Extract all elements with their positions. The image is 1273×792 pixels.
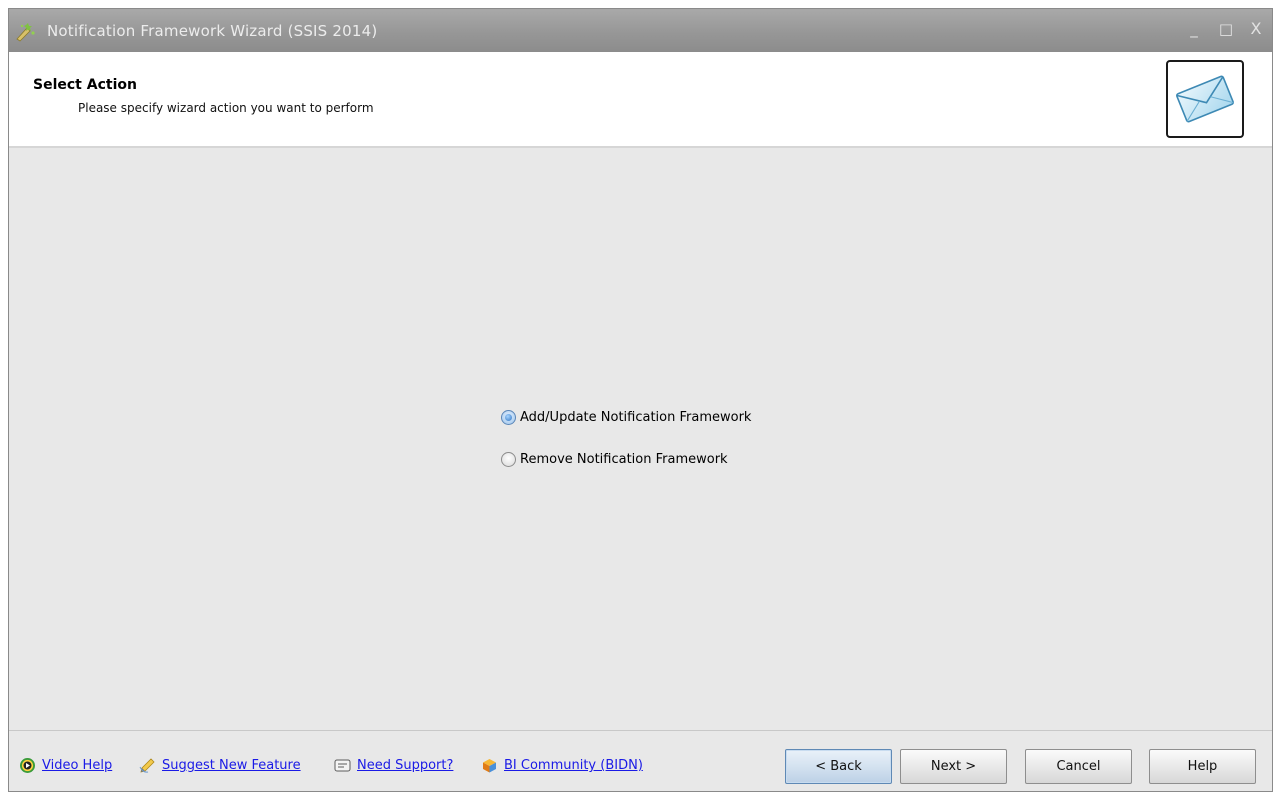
wizard-window: Notification Framework Wizard (SSIS 2014… bbox=[8, 8, 1273, 792]
community-icon bbox=[483, 759, 496, 773]
envelope-icon bbox=[1176, 75, 1234, 123]
video-play-icon bbox=[20, 758, 35, 773]
back-button[interactable]: < Back bbox=[785, 749, 892, 784]
radio-add-update[interactable] bbox=[501, 410, 516, 425]
close-button[interactable]: X bbox=[1247, 20, 1265, 38]
option-add-update-label[interactable]: Add/Update Notification Framework bbox=[520, 410, 751, 425]
option-remove-label[interactable]: Remove Notification Framework bbox=[520, 452, 728, 467]
option-remove[interactable]: Remove Notification Framework bbox=[501, 452, 728, 467]
suggest-feature-label[interactable]: Suggest New Feature bbox=[162, 758, 301, 773]
wizard-header: Select Action Please specify wizard acti… bbox=[9, 52, 1272, 148]
help-button[interactable]: Help bbox=[1149, 749, 1256, 784]
video-help-label[interactable]: Video Help bbox=[42, 758, 112, 773]
radio-remove[interactable] bbox=[501, 452, 516, 467]
title-bar[interactable]: Notification Framework Wizard (SSIS 2014… bbox=[9, 9, 1272, 52]
next-button[interactable]: Next > bbox=[900, 749, 1007, 784]
cancel-button[interactable]: Cancel bbox=[1025, 749, 1132, 784]
wizard-app-icon bbox=[16, 23, 35, 42]
window-title: Notification Framework Wizard (SSIS 2014… bbox=[47, 22, 378, 40]
wizard-content: Add/Update Notification Framework Remove… bbox=[9, 148, 1272, 728]
page-subtitle: Please specify wizard action you want to… bbox=[78, 101, 374, 115]
page-title: Select Action bbox=[33, 77, 137, 93]
option-add-update[interactable]: Add/Update Notification Framework bbox=[501, 410, 751, 425]
need-support-label[interactable]: Need Support? bbox=[357, 758, 453, 773]
bi-community-link[interactable]: BI Community (BIDN) bbox=[481, 757, 643, 774]
suggest-feature-link[interactable]: Suggest New Feature bbox=[139, 757, 301, 774]
need-support-link[interactable]: Need Support? bbox=[334, 757, 453, 774]
minimize-button[interactable]: _ bbox=[1185, 20, 1203, 38]
bi-community-label[interactable]: BI Community (BIDN) bbox=[504, 758, 643, 773]
support-icon bbox=[334, 759, 351, 772]
pen-icon bbox=[139, 758, 155, 773]
maximize-button[interactable]: □ bbox=[1217, 20, 1235, 38]
video-help-link[interactable]: Video Help bbox=[19, 757, 112, 774]
header-logo bbox=[1166, 60, 1244, 138]
wizard-footer: Video Help Suggest New Feature Need Supp… bbox=[9, 730, 1272, 792]
